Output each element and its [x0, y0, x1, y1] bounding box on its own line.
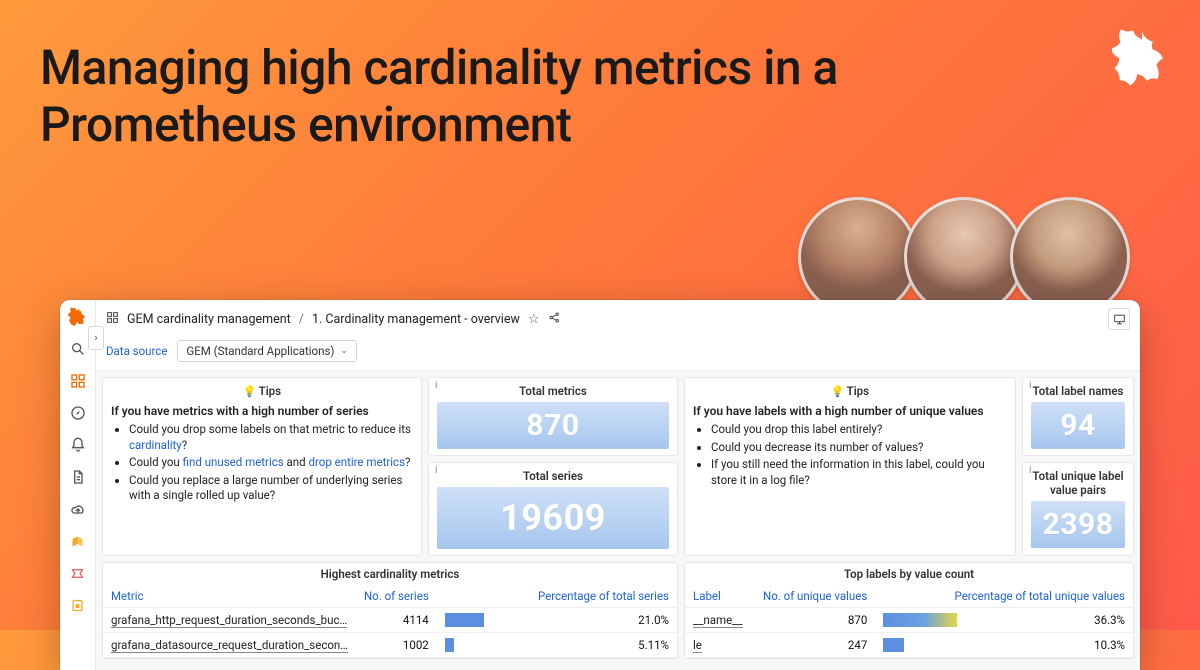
values-cell: 247	[755, 633, 875, 658]
pct-cell: 5.11%	[437, 633, 677, 658]
side-rail	[60, 300, 96, 670]
breadcrumb-root[interactable]: GEM cardinality management	[127, 312, 291, 327]
pct-cell: 21.0%	[437, 608, 677, 633]
tempo-icon[interactable]	[67, 562, 89, 584]
label-cell[interactable]: __name__	[685, 608, 755, 633]
tip-item: Could you replace a large number of unde…	[129, 473, 413, 504]
breadcrumb-page[interactable]: 1. Cardinality management - overview	[312, 312, 520, 327]
mimir-icon[interactable]	[67, 594, 89, 616]
tip-item: Could you find unused metrics and drop e…	[129, 455, 413, 471]
sidebar-toggle[interactable]: ›	[88, 326, 104, 350]
values-cell: 870	[755, 608, 875, 633]
table-row[interactable]: le24710.3%	[685, 633, 1133, 658]
grafana-logo-icon	[1112, 28, 1172, 88]
panel-title: Highest cardinality metrics	[103, 563, 677, 585]
search-icon[interactable]	[67, 338, 89, 360]
col-metric[interactable]: Metric	[103, 585, 356, 608]
loki-icon[interactable]	[67, 530, 89, 552]
drop-metrics-link[interactable]: drop entire metrics	[309, 455, 405, 469]
tips-metrics-panel: Tips If you have metrics with a high num…	[102, 377, 422, 556]
cloud-icon[interactable]	[67, 498, 89, 520]
author-avatars	[812, 197, 1130, 317]
series-cell: 4114	[356, 608, 437, 633]
panel-title: Tips	[259, 384, 281, 398]
col-values[interactable]: No. of unique values	[755, 585, 875, 608]
table-row[interactable]: __name__87036.3%	[685, 608, 1133, 633]
info-icon[interactable]: i	[435, 380, 437, 391]
total-pairs-panel: i Total unique label value pairs 2398	[1022, 462, 1134, 556]
tip-item: Could you drop this label entirely?	[711, 422, 1007, 438]
datasource-dropdown[interactable]: GEM (Standard Applications) ⌄	[177, 340, 357, 362]
col-pct[interactable]: Percentage of total series	[437, 585, 677, 608]
explore-icon[interactable]	[67, 402, 89, 424]
dashboards-icon[interactable]	[67, 370, 89, 392]
total-label-names-panel: i Total label names 94	[1022, 377, 1134, 456]
info-icon[interactable]: i	[1029, 465, 1031, 476]
panel-title: Total series	[437, 467, 669, 487]
total-series-panel: i Total series 19609	[428, 462, 678, 556]
total-metrics-panel: i Total metrics 870	[428, 377, 678, 456]
stat-value: 94	[1031, 408, 1125, 443]
col-series[interactable]: No. of series	[356, 585, 437, 608]
panel-title: Total unique label value pairs	[1031, 467, 1125, 501]
find-unused-link[interactable]: find unused metrics	[183, 455, 284, 469]
template-variable-row: Data source GEM (Standard Applications) …	[96, 334, 1140, 371]
series-cell: 1002	[356, 633, 437, 658]
cardinality-link[interactable]: cardinality	[129, 438, 182, 452]
highest-cardinality-table-panel: Highest cardinality metrics Metric No. o…	[102, 562, 678, 659]
breadcrumb-separator: /	[299, 312, 304, 327]
tip-item: Could you drop some labels on that metri…	[129, 422, 413, 453]
panel-title: Total label names	[1031, 382, 1125, 402]
tips-lead: If you have labels with a high number of…	[693, 404, 1007, 418]
monitor-icon[interactable]	[1108, 308, 1130, 330]
labels-table: Label No. of unique values Percentage of…	[685, 585, 1133, 658]
col-pct[interactable]: Percentage of total unique values	[875, 585, 1133, 608]
variable-label: Data source	[106, 344, 167, 358]
dashboards-breadcrumb-icon[interactable]	[106, 311, 119, 328]
tips-labels-panel: Tips If you have labels with a high numb…	[684, 377, 1016, 556]
top-labels-table-panel: Top labels by value count Label No. of u…	[684, 562, 1134, 659]
document-icon[interactable]	[67, 466, 89, 488]
share-icon[interactable]	[548, 311, 561, 328]
table-row[interactable]: grafana_http_request_duration_seconds_bu…	[103, 608, 677, 633]
label-cell[interactable]: le	[685, 633, 755, 658]
pct-cell: 36.3%	[875, 608, 1133, 633]
avatar	[1010, 197, 1130, 317]
hero-title: Managing high cardinality metrics in a P…	[40, 40, 1080, 153]
panel-title: Top labels by value count	[685, 563, 1133, 585]
stat-value: 19609	[437, 497, 669, 539]
tip-item: If you still need the information in thi…	[711, 457, 1007, 488]
col-label[interactable]: Label	[685, 585, 755, 608]
metric-cell[interactable]: grafana_http_request_duration_seconds_bu…	[103, 608, 356, 633]
panel-grid: Tips If you have metrics with a high num…	[96, 371, 1140, 670]
table-row[interactable]: grafana_datasource_request_duration_seco…	[103, 633, 677, 658]
bulb-icon	[831, 384, 847, 398]
star-icon[interactable]: ☆	[528, 312, 540, 327]
info-icon[interactable]: i	[1029, 380, 1031, 391]
metric-cell[interactable]: grafana_datasource_request_duration_seco…	[103, 633, 356, 658]
breadcrumb: GEM cardinality management / 1. Cardinal…	[96, 304, 1140, 334]
stat-value: 2398	[1031, 507, 1125, 542]
dashboard-window: ›	[60, 300, 1140, 670]
panel-title: Total metrics	[437, 382, 669, 402]
info-icon[interactable]: i	[435, 465, 437, 476]
stat-value: 870	[437, 408, 669, 443]
datasource-value: GEM (Standard Applications)	[186, 344, 334, 358]
chevron-down-icon: ⌄	[340, 346, 348, 356]
bulb-icon	[243, 384, 259, 398]
tip-item: Could you decrease its number of values?	[711, 440, 1007, 456]
pct-cell: 10.3%	[875, 633, 1133, 658]
alerting-icon[interactable]	[67, 434, 89, 456]
avatar	[904, 197, 1024, 317]
grafana-icon[interactable]	[67, 306, 89, 328]
avatar	[798, 197, 918, 317]
tips-lead: If you have metrics with a high number o…	[111, 404, 413, 418]
metrics-table: Metric No. of series Percentage of total…	[103, 585, 677, 658]
panel-title: Tips	[847, 384, 869, 398]
